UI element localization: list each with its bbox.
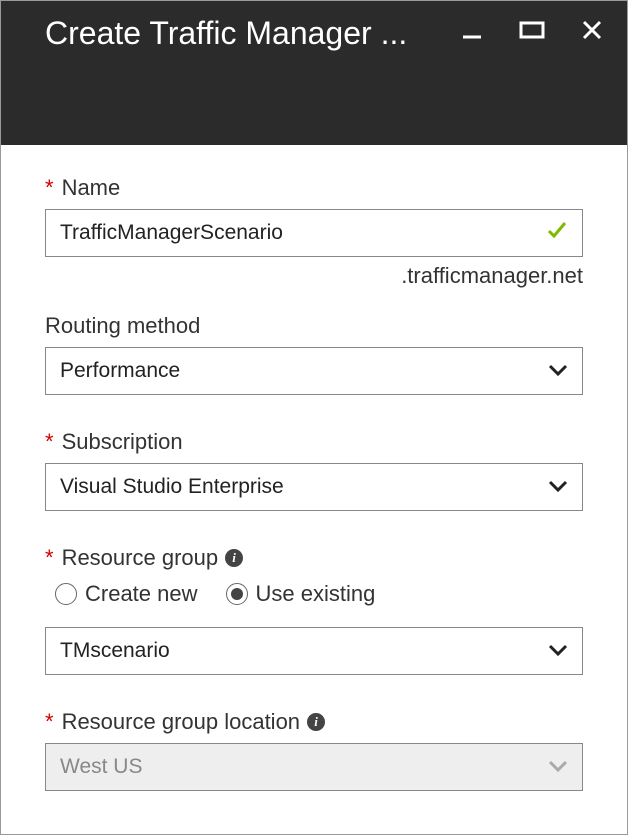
radio-use-existing-label: Use existing <box>256 581 376 607</box>
chevron-down-icon <box>548 639 568 663</box>
close-button[interactable] <box>581 19 603 46</box>
subscription-select[interactable]: Visual Studio Enterprise <box>45 463 583 511</box>
radio-circle-icon <box>55 583 77 605</box>
maximize-button[interactable] <box>519 19 545 46</box>
info-icon[interactable]: i <box>225 549 243 567</box>
subscription-label: * Subscription <box>45 429 583 455</box>
chevron-down-icon <box>548 359 568 383</box>
radio-circle-selected-icon <box>226 583 248 605</box>
required-asterisk: * <box>45 709 54 735</box>
blade-window: Create Traffic Manager ... * Name <box>0 0 628 835</box>
blade-body: * Name .trafficmanager.net Routing metho… <box>1 145 627 839</box>
location-label: * Resource group location i <box>45 709 583 735</box>
field-routing-method: Routing method Performance <box>45 313 583 395</box>
blade-title: Create Traffic Manager ... <box>45 15 407 52</box>
resource-group-label-text: Resource group <box>62 545 219 571</box>
location-label-text: Resource group location <box>62 709 300 735</box>
valid-checkmark-icon <box>546 219 568 247</box>
field-resource-group: * Resource group i Create new Use existi… <box>45 545 583 675</box>
location-value: West US <box>60 755 142 779</box>
name-label-text: Name <box>62 175 121 201</box>
name-input[interactable] <box>60 221 546 245</box>
subscription-value: Visual Studio Enterprise <box>60 475 284 499</box>
minimize-button[interactable] <box>461 19 483 46</box>
resource-group-select[interactable]: TMscenario <box>45 627 583 675</box>
field-subscription: * Subscription Visual Studio Enterprise <box>45 429 583 511</box>
name-input-box[interactable] <box>45 209 583 257</box>
required-asterisk: * <box>45 429 54 455</box>
routing-method-label-text: Routing method <box>45 313 200 339</box>
required-asterisk: * <box>45 545 54 571</box>
routing-method-value: Performance <box>60 359 180 383</box>
radio-use-existing[interactable]: Use existing <box>226 581 376 607</box>
titlebar: Create Traffic Manager ... <box>1 1 627 145</box>
location-select: West US <box>45 743 583 791</box>
routing-method-select[interactable]: Performance <box>45 347 583 395</box>
radio-create-new[interactable]: Create new <box>55 581 198 607</box>
field-name: * Name .trafficmanager.net <box>45 175 583 289</box>
resource-group-value: TMscenario <box>60 639 170 663</box>
routing-method-label: Routing method <box>45 313 583 339</box>
resource-group-radio-row: Create new Use existing <box>55 581 583 607</box>
domain-suffix: .trafficmanager.net <box>45 263 583 289</box>
field-location: * Resource group location i West US <box>45 709 583 791</box>
info-icon[interactable]: i <box>307 713 325 731</box>
resource-group-label: * Resource group i <box>45 545 583 571</box>
subscription-label-text: Subscription <box>62 429 183 455</box>
chevron-down-icon <box>548 475 568 499</box>
radio-create-new-label: Create new <box>85 581 198 607</box>
required-asterisk: * <box>45 175 54 201</box>
name-label: * Name <box>45 175 583 201</box>
chevron-down-icon <box>548 755 568 779</box>
